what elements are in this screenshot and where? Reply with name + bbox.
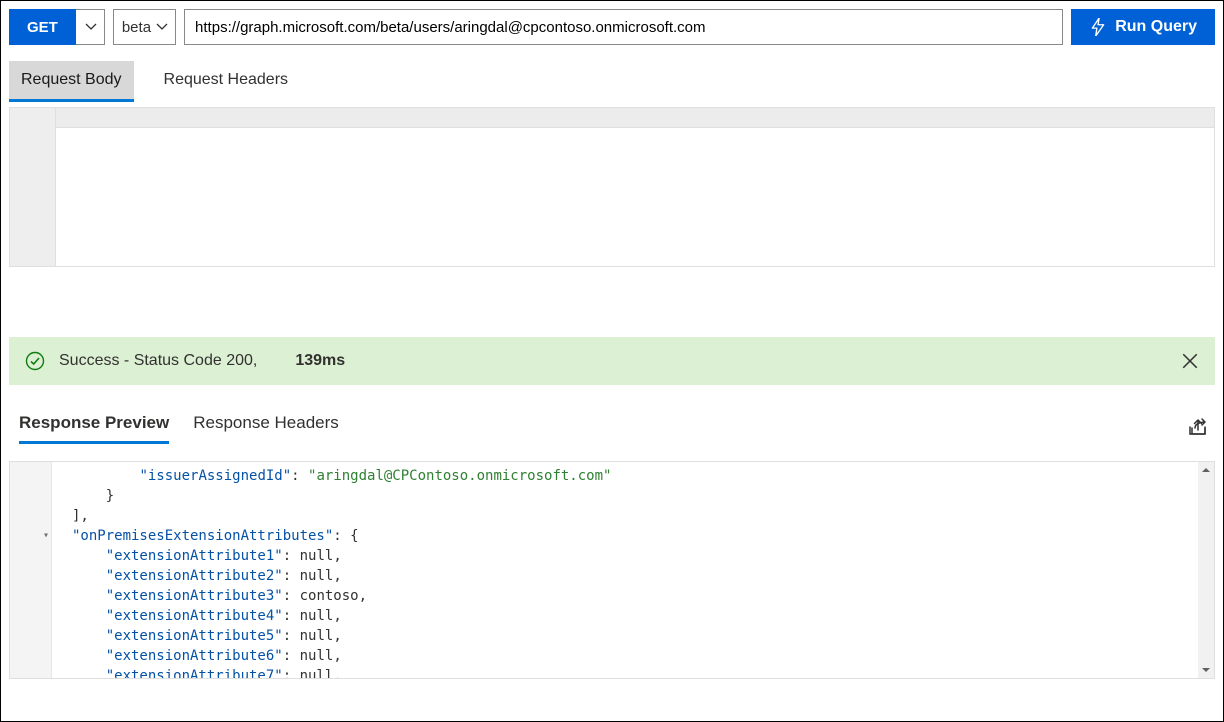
method-group: GET [9,9,105,45]
success-check-icon [25,351,45,371]
http-method-label: GET [27,19,58,36]
scroll-up-icon[interactable] [1198,462,1214,478]
fold-caret-icon[interactable]: ▾ [40,526,52,546]
close-icon[interactable] [1181,352,1199,370]
scrollbar[interactable] [1198,462,1214,678]
tab-label: Request Body [21,71,122,88]
tab-response-preview[interactable]: Response Preview [19,413,169,443]
status-timing: 139ms [295,352,345,370]
run-query-label: Run Query [1115,18,1197,36]
response-json: "issuerAssignedId": "aringdal@CPContoso.… [52,462,1214,678]
api-version-dropdown[interactable]: beta [113,9,176,45]
http-method-dropdown[interactable] [76,9,105,45]
http-method-button[interactable]: GET [9,9,76,45]
status-message: Success - Status Code 200, [59,352,257,370]
tab-response-headers[interactable]: Response Headers [193,413,339,443]
api-version-label: beta [122,19,151,36]
tab-label: Request Headers [164,71,289,88]
status-banner: Success - Status Code 200, 139ms [9,337,1215,385]
tab-request-body[interactable]: Request Body [9,61,134,101]
query-bar: GET beta Run Query [1,1,1223,45]
response-tabs: Response Preview Response Headers [1,385,1223,443]
run-query-button[interactable]: Run Query [1071,9,1215,45]
chevron-down-icon [155,20,169,34]
chevron-down-icon [84,20,98,34]
request-body-editor[interactable] [9,107,1215,267]
request-url-input[interactable] [184,9,1063,45]
response-viewer[interactable]: ▾ "issuerAssignedId": "aringdal@CPContos… [9,461,1215,679]
share-icon[interactable] [1187,417,1209,439]
editor-gutter [10,108,56,266]
lightning-icon [1089,18,1107,36]
tab-label: Response Preview [19,413,169,432]
tab-request-headers[interactable]: Request Headers [152,61,301,101]
tab-label: Response Headers [193,413,339,432]
request-tabs: Request Body Request Headers [1,45,1223,101]
viewer-gutter: ▾ [10,462,52,678]
scroll-down-icon[interactable] [1198,662,1214,678]
editor-header-row [56,108,1214,128]
editor-body[interactable] [56,108,1214,266]
